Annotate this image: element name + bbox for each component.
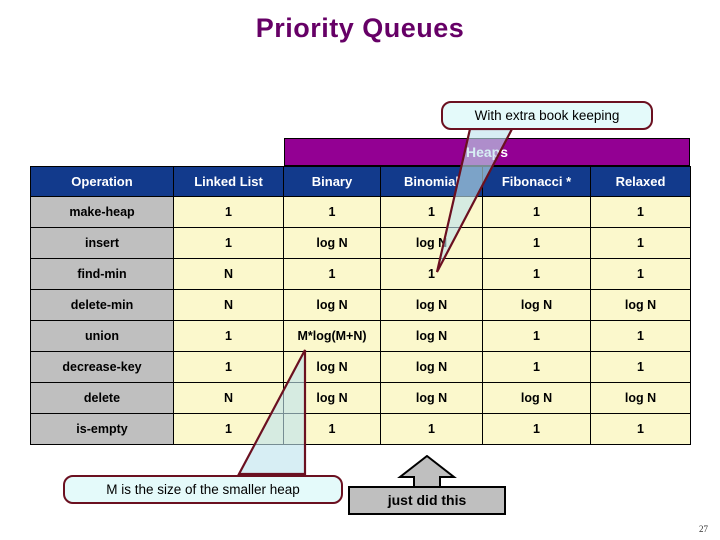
complexity-cell: N <box>173 289 284 321</box>
operation-cell: delete <box>30 382 174 414</box>
heaps-group-header: Heaps <box>284 138 690 166</box>
complexity-cell: 1 <box>482 227 591 259</box>
complexity-cell: 1 <box>482 320 591 352</box>
operation-cell: delete-min <box>30 289 174 321</box>
complexity-cell: 1 <box>173 196 284 228</box>
complexity-cell: 1 <box>380 413 483 445</box>
table-row: union 1 M*log(M+N) log N11 <box>30 320 691 352</box>
callout-smaller-heap: M is the size of the smaller heap <box>63 475 343 504</box>
table-row: find-min N 1 1 1 1 <box>30 258 691 290</box>
complexity-cell: 1 <box>482 413 591 445</box>
column-header-operation: Operation <box>30 166 174 197</box>
just-did-this-annotation: just did this <box>348 455 508 517</box>
complexity-cell: 1 <box>590 320 691 352</box>
table-row: delete-min Nlog Nlog Nlog Nlog N <box>30 289 691 321</box>
operation-cell: union <box>30 320 174 352</box>
table-row: is-empty 1 1 1 1 1 <box>30 413 691 445</box>
complexity-cell: 1 <box>590 351 691 383</box>
complexity-cell: 1 <box>482 196 591 228</box>
complexity-cell: log N <box>380 289 483 321</box>
table-row: insert 1 log Nlog N11 <box>30 227 691 259</box>
complexity-cell: log N <box>590 289 691 321</box>
complexity-cell: log N <box>482 289 591 321</box>
complexity-cell: 1 <box>173 320 284 352</box>
complexity-cell: log N <box>380 351 483 383</box>
complexity-cell: log N <box>283 227 381 259</box>
table-row: delete Nlog Nlog Nlog Nlog N <box>30 382 691 414</box>
page-number: 27 <box>699 524 708 534</box>
complexity-cell: 1 <box>173 413 284 445</box>
operation-cell: insert <box>30 227 174 259</box>
complexity-cell: log N <box>380 382 483 414</box>
complexity-cell: 1 <box>590 413 691 445</box>
complexity-cell: log N <box>380 320 483 352</box>
complexity-cell: 1 <box>590 196 691 228</box>
complexity-cell: 1 <box>173 351 284 383</box>
complexity-cell: log N <box>283 382 381 414</box>
operation-cell: make-heap <box>30 196 174 228</box>
complexity-cell: log N <box>590 382 691 414</box>
complexity-cell: N <box>173 258 284 290</box>
complexity-cell: N <box>173 382 284 414</box>
column-header-binary: Binary <box>283 166 381 197</box>
operation-cell: decrease-key <box>30 351 174 383</box>
callout-extra-book-keeping: With extra book keeping <box>441 101 653 130</box>
column-header-relaxed: Relaxed <box>590 166 691 197</box>
column-header-binomial: Binomial <box>380 166 483 197</box>
complexity-cell: 1 <box>590 227 691 259</box>
complexity-cell: 1 <box>173 227 284 259</box>
operation-cell: find-min <box>30 258 174 290</box>
complexity-cell: log N <box>283 351 381 383</box>
complexity-cell: 1 <box>380 258 483 290</box>
complexity-cell: log N <box>482 382 591 414</box>
complexity-cell: log N <box>380 227 483 259</box>
complexity-cell: log N <box>283 289 381 321</box>
page-title: Priority Queues <box>255 13 465 43</box>
just-did-this-label: just did this <box>348 486 506 515</box>
priority-queue-comparison-table: Operation Linked List Binary Binomial Fi… <box>30 166 691 445</box>
operation-cell: is-empty <box>30 413 174 445</box>
complexity-cell: 1 <box>283 258 381 290</box>
complexity-cell: 1 <box>590 258 691 290</box>
complexity-cell: 1 <box>380 196 483 228</box>
complexity-cell: 1 <box>283 413 381 445</box>
column-header-fibonacci: Fibonacci * <box>482 166 591 197</box>
column-header-linked-list: Linked List <box>173 166 284 197</box>
complexity-cell: 1 <box>482 351 591 383</box>
complexity-cell: 1 <box>283 196 381 228</box>
table-header-row: Operation Linked List Binary Binomial Fi… <box>30 166 691 197</box>
table-row: make-heap 1 1 1 1 1 <box>30 196 691 228</box>
complexity-cell: M*log(M+N) <box>283 320 381 352</box>
complexity-cell: 1 <box>482 258 591 290</box>
table-row: decrease-key 1 log Nlog N11 <box>30 351 691 383</box>
